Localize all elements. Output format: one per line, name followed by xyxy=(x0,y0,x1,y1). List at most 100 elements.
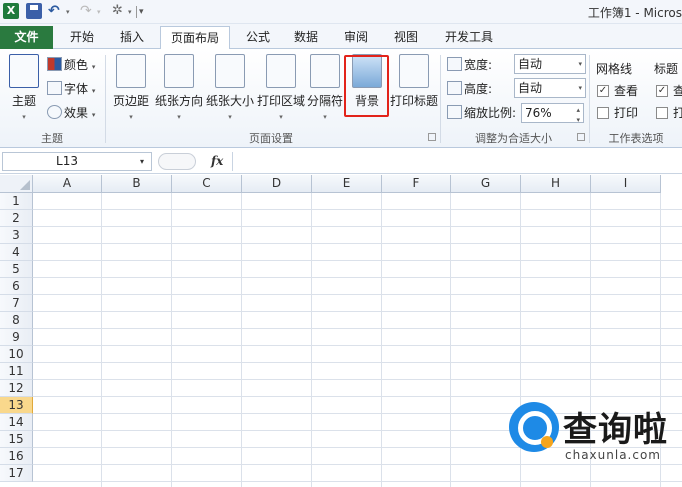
gridlines-print-checkbox[interactable] xyxy=(597,107,609,119)
redo-dropdown-icon[interactable]: ▾ xyxy=(97,3,113,19)
margins-label: 页边距 xyxy=(112,94,149,108)
page-setup-dialog-launcher[interactable] xyxy=(428,133,436,141)
orientation-dropdown-icon: ▾ xyxy=(177,113,181,121)
row-header[interactable]: 2 xyxy=(0,210,33,227)
row-header[interactable]: 5 xyxy=(0,261,33,278)
height-icon xyxy=(447,81,462,95)
row-header[interactable]: 14 xyxy=(0,414,33,431)
height-label-text: 高度: xyxy=(464,82,493,96)
row-header[interactable]: 15 xyxy=(0,431,33,448)
headings-print-checkbox[interactable] xyxy=(656,107,668,119)
grid-row-line xyxy=(33,243,682,244)
column-header[interactable]: C xyxy=(172,175,242,193)
formula-input[interactable] xyxy=(232,152,682,171)
size-dropdown-icon: ▾ xyxy=(228,113,232,121)
headings-print-label: 打 xyxy=(673,106,682,120)
margins-button[interactable]: 页边距 ▾ xyxy=(110,54,152,121)
format-painter-icon[interactable]: ✲ xyxy=(112,3,128,19)
row-header[interactable]: 10 xyxy=(0,346,33,363)
tab-review[interactable]: 审阅 xyxy=(334,26,378,49)
scale-spinner[interactable]: 76% ▴ ▾ xyxy=(521,103,584,124)
tab-developer[interactable]: 开发工具 xyxy=(436,26,502,49)
excel-app-icon[interactable]: X xyxy=(3,3,19,19)
column-header[interactable]: F xyxy=(382,175,451,193)
row-header[interactable]: 7 xyxy=(0,295,33,312)
tab-file[interactable]: 文件 xyxy=(0,26,53,49)
watermark: 查询啦 chaxunla.com xyxy=(505,400,680,470)
scale-group-label: 调整为合适大小 xyxy=(475,132,552,145)
select-all-corner[interactable] xyxy=(0,175,33,193)
grid-row-line xyxy=(33,396,682,397)
effects-dropdown-icon: ▾ xyxy=(91,111,96,119)
row-header[interactable]: 16 xyxy=(0,448,33,465)
scale-dialog-launcher[interactable] xyxy=(577,133,585,141)
formula-bar-controls[interactable] xyxy=(158,153,196,170)
row-header[interactable]: 8 xyxy=(0,312,33,329)
column-header[interactable]: B xyxy=(102,175,172,193)
row-header[interactable]: 4 xyxy=(0,244,33,261)
grid-row-line xyxy=(33,362,682,363)
customize-quick-access-icon[interactable]: ▾ xyxy=(139,3,155,19)
grid-row-line xyxy=(33,481,682,482)
undo-icon[interactable]: ↶ xyxy=(48,3,64,19)
watermark-logo-icon xyxy=(509,402,559,452)
row-header[interactable]: 3 xyxy=(0,227,33,244)
grid-row-line xyxy=(33,379,682,380)
name-box-dropdown-icon[interactable]: ▾ xyxy=(140,153,144,170)
tab-formulas[interactable]: 公式 xyxy=(236,26,280,49)
print-titles-button[interactable]: 打印标题 xyxy=(390,54,438,109)
insert-function-icon[interactable]: fx xyxy=(211,152,223,171)
orientation-button[interactable]: 纸张方向 ▾ xyxy=(154,54,204,121)
tab-insert[interactable]: 插入 xyxy=(110,26,154,49)
scale-icon xyxy=(447,105,462,119)
fonts-button[interactable]: 字体 ▾ xyxy=(47,80,95,98)
margins-dropdown-icon: ▾ xyxy=(129,113,133,121)
width-dropdown-icon: ▾ xyxy=(578,60,582,68)
headings-view-checkbox[interactable]: ✓ xyxy=(656,85,668,97)
tab-view[interactable]: 视图 xyxy=(384,26,428,49)
themes-icon xyxy=(9,54,39,88)
gridlines-heading: 网格线 xyxy=(596,62,633,76)
save-icon[interactable] xyxy=(26,3,42,19)
row-header[interactable]: 1 xyxy=(0,193,33,210)
width-select[interactable]: 自动 ▾ xyxy=(514,54,586,74)
scale-down-icon[interactable]: ▾ xyxy=(576,111,580,129)
colors-button[interactable]: 颜色 ▾ xyxy=(47,56,95,74)
breaks-button[interactable]: 分隔符 ▾ xyxy=(307,54,343,121)
gridlines-view-checkbox[interactable]: ✓ xyxy=(597,85,609,97)
grid-column-line xyxy=(381,193,382,487)
name-box[interactable]: L13 xyxy=(2,152,152,171)
print-area-button[interactable]: 打印区域 ▾ xyxy=(256,54,306,121)
row-header[interactable]: 11 xyxy=(0,363,33,380)
row-header[interactable]: 9 xyxy=(0,329,33,346)
effects-button[interactable]: 效果 ▾ xyxy=(47,104,95,122)
orientation-label: 纸张方向 xyxy=(154,94,203,108)
row-header[interactable]: 13 xyxy=(0,397,33,414)
height-select[interactable]: 自动 ▾ xyxy=(514,78,586,98)
column-header[interactable]: H xyxy=(521,175,591,193)
column-header[interactable]: E xyxy=(312,175,382,193)
grid-column-line xyxy=(450,193,451,487)
scale-value: 76% xyxy=(525,106,552,120)
column-header[interactable]: G xyxy=(451,175,521,193)
column-header[interactable]: D xyxy=(242,175,312,193)
grid-row-line xyxy=(33,328,682,329)
column-header[interactable]: I xyxy=(591,175,661,193)
tab-data[interactable]: 数据 xyxy=(284,26,328,49)
grid-row-line xyxy=(33,277,682,278)
size-button[interactable]: 纸张大小 ▾ xyxy=(205,54,255,121)
row-header[interactable]: 17 xyxy=(0,465,33,482)
effects-label: 效果 xyxy=(64,106,89,120)
tab-page-layout[interactable]: 页面布局 xyxy=(160,26,230,50)
grid-column-line xyxy=(241,193,242,487)
row-header[interactable]: 6 xyxy=(0,278,33,295)
fonts-label: 字体 xyxy=(64,82,89,96)
grid-row-line xyxy=(33,345,682,346)
row-header[interactable]: 12 xyxy=(0,380,33,397)
themes-button[interactable]: 主题 ▾ xyxy=(6,54,42,121)
orientation-icon xyxy=(164,54,194,88)
column-header[interactable]: A xyxy=(33,175,102,193)
tab-home[interactable]: 开始 xyxy=(60,26,104,49)
redo-icon[interactable]: ↷ xyxy=(80,3,96,19)
width-value: 自动 xyxy=(518,57,543,71)
